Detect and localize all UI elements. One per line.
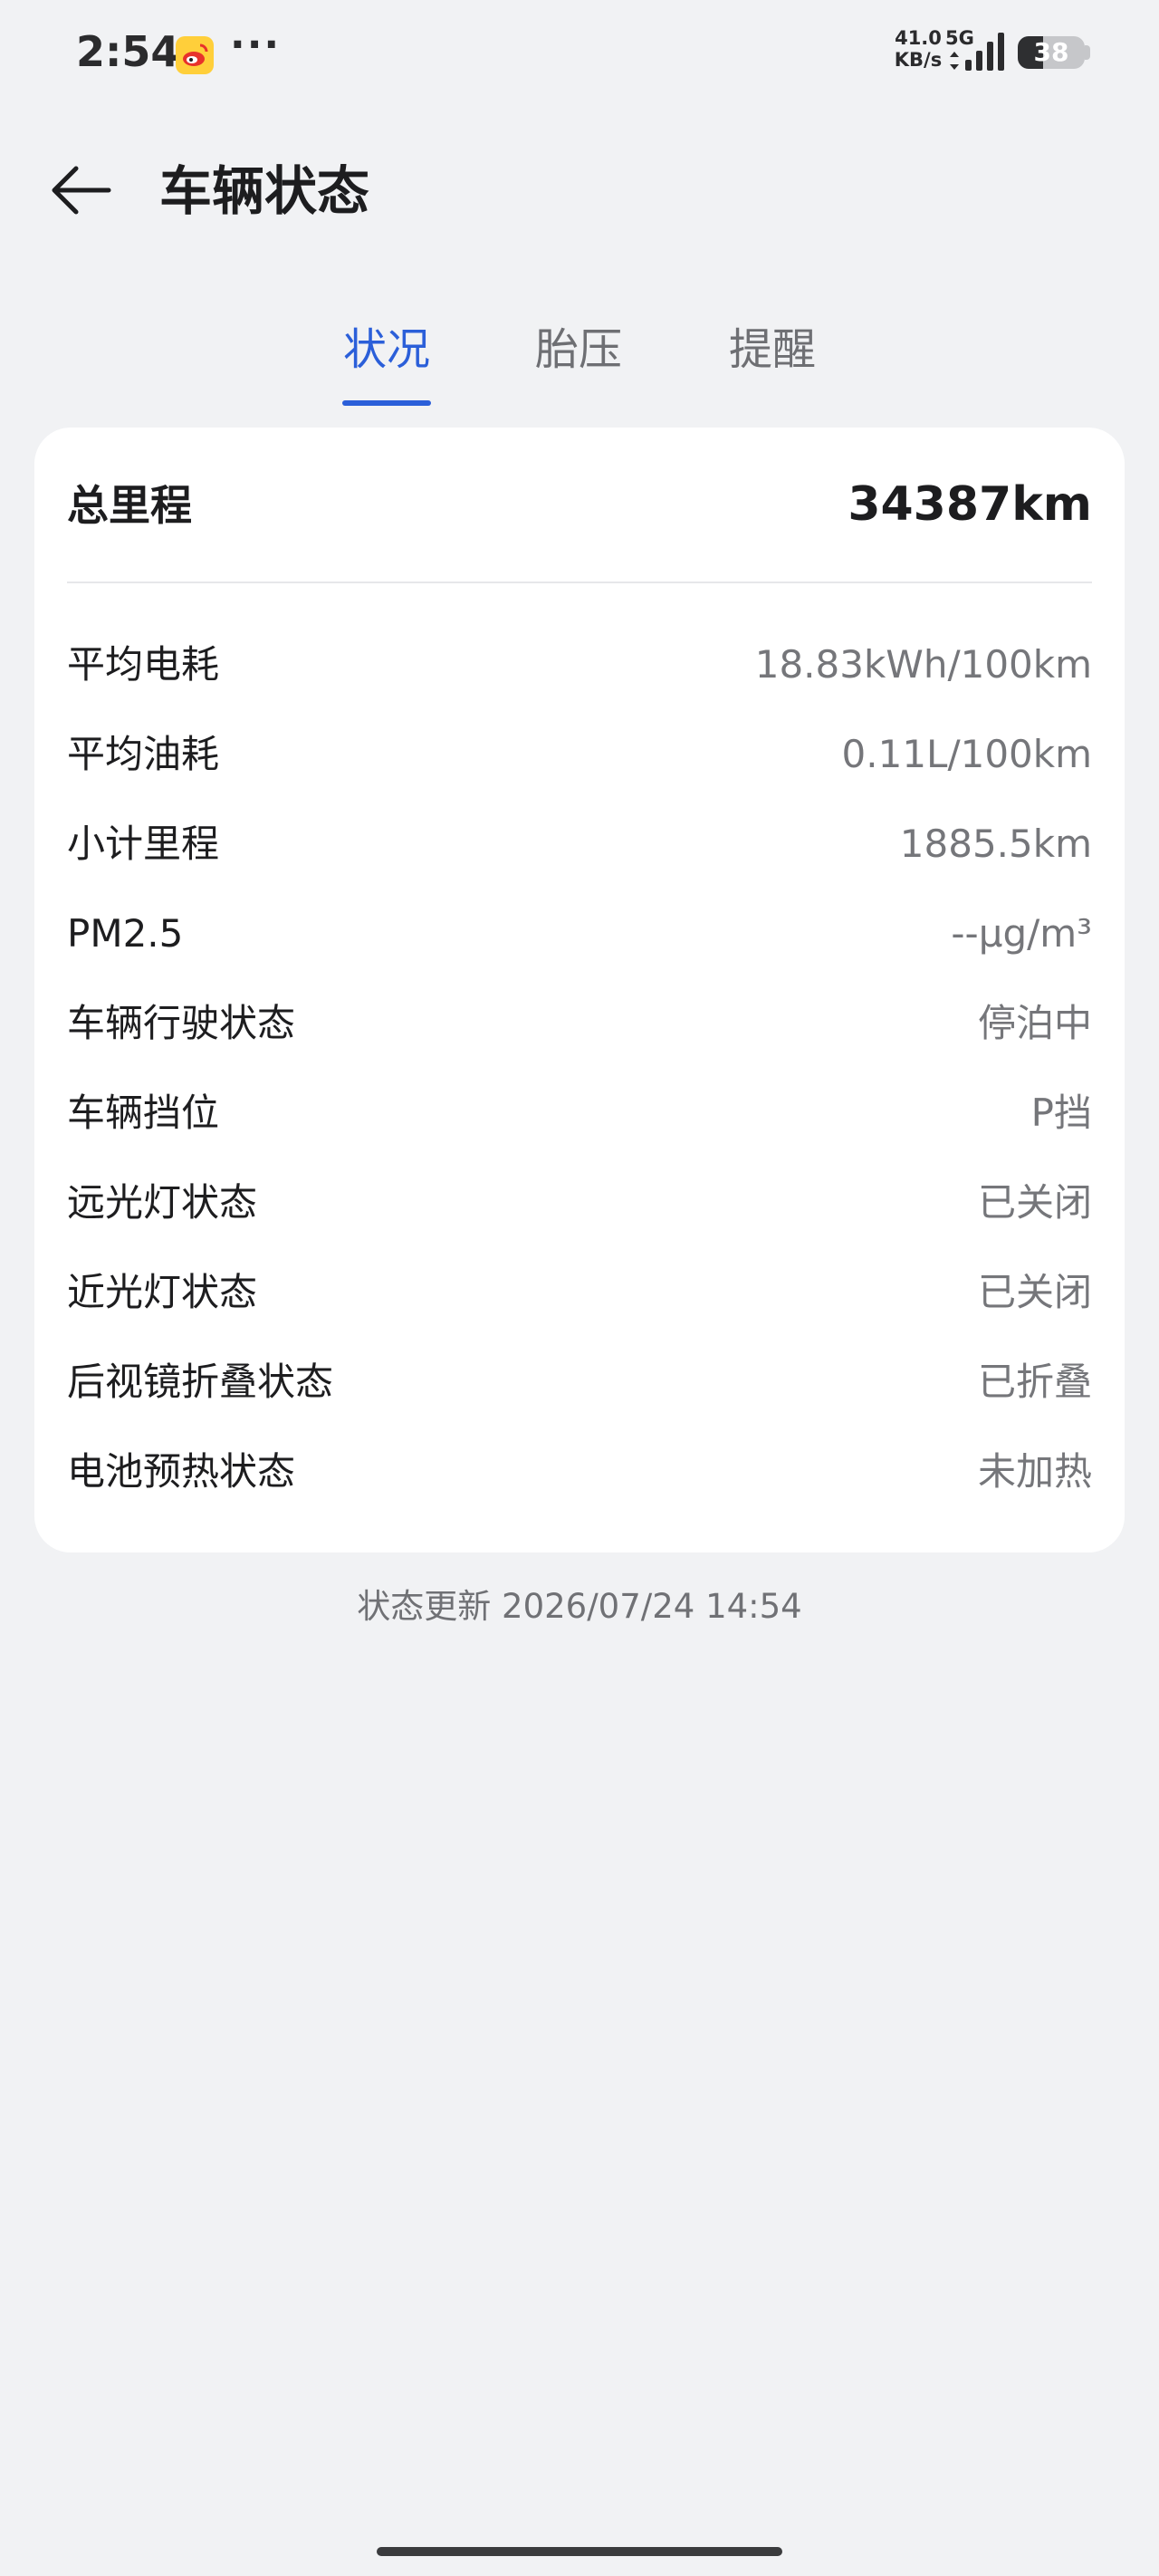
row-value: 未加热	[977, 1449, 1092, 1494]
net-speed-unit: KB/s	[894, 49, 943, 71]
status-update-time: 状态更新 2026/07/24 14:54	[357, 1587, 802, 1626]
vehicle-status-card: 总里程 34387km 平均电耗 18.83kWh/100km 平均油耗 0.1…	[34, 428, 1125, 1552]
total-mileage-value: 34387km	[848, 477, 1092, 532]
row-label: 小计里程	[67, 822, 220, 866]
row-value: 已关闭	[977, 1270, 1092, 1314]
row-value: P挡	[1030, 1091, 1092, 1135]
net-speed-value: 41.0	[895, 27, 942, 49]
row-label: 后视镜折叠状态	[67, 1360, 334, 1404]
tab-reminder[interactable]: 提醒	[728, 322, 817, 377]
row-value: 已关闭	[977, 1180, 1092, 1225]
row-value: --μg/m³	[951, 911, 1092, 956]
row-low-beam: 近光灯状态 已关闭	[67, 1265, 1092, 1320]
tab-condition[interactable]: 状况	[342, 322, 431, 377]
row-driving-state: 车辆行驶状态 停泊中	[67, 996, 1092, 1051]
row-label: PM2.5	[67, 911, 184, 956]
row-trip-mileage: 小计里程 1885.5km	[67, 817, 1092, 871]
page-title: 车辆状态	[159, 160, 370, 222]
net-speed: 41.0 KB/s	[893, 27, 943, 71]
row-label: 远光灯状态	[67, 1180, 258, 1225]
row-value: 1885.5km	[899, 822, 1092, 866]
status-time: 2:54	[76, 27, 180, 76]
signal-icon	[965, 33, 1005, 71]
row-value: 18.83kWh/100km	[754, 642, 1092, 687]
row-battery-preheat: 电池预热状态 未加热	[67, 1445, 1092, 1499]
more-notifications-indicator: ···	[230, 22, 282, 68]
row-value: 已折叠	[977, 1360, 1092, 1404]
status-bar: 2:54 ··· 41.0 KB/s 5G 38	[0, 0, 1159, 109]
battery-icon: 38	[1018, 36, 1085, 69]
row-gear: 车辆挡位 P挡	[67, 1086, 1092, 1140]
row-label: 平均油耗	[67, 732, 220, 776]
row-average-fuel-consumption: 平均油耗 0.11L/100km	[67, 727, 1092, 782]
row-label: 平均电耗	[67, 642, 220, 687]
divider	[67, 582, 1092, 583]
back-button[interactable]	[45, 154, 118, 226]
row-pm25: PM2.5 --μg/m³	[67, 907, 1092, 961]
battery-level: 38	[1033, 37, 1069, 67]
battery-tip	[1085, 45, 1090, 60]
total-mileage-label: 总里程	[67, 481, 192, 530]
row-label: 电池预热状态	[67, 1449, 296, 1494]
row-label: 近光灯状态	[67, 1270, 258, 1314]
arrow-left-icon	[52, 166, 111, 215]
row-label: 车辆挡位	[67, 1091, 220, 1135]
row-value: 0.11L/100km	[841, 732, 1092, 776]
row-label: 车辆行驶状态	[67, 1001, 296, 1045]
row-mirror-fold: 后视镜折叠状态 已折叠	[67, 1355, 1092, 1409]
data-activity-icon	[947, 51, 962, 71]
row-average-power-consumption: 平均电耗 18.83kWh/100km	[67, 638, 1092, 692]
row-value: 停泊中	[977, 1001, 1092, 1045]
home-indicator[interactable]	[377, 2547, 782, 2556]
tab-tire-pressure[interactable]: 胎压	[534, 322, 623, 377]
weibo-icon	[176, 36, 214, 74]
tab-active-indicator	[342, 400, 431, 406]
row-high-beam: 远光灯状态 已关闭	[67, 1176, 1092, 1230]
